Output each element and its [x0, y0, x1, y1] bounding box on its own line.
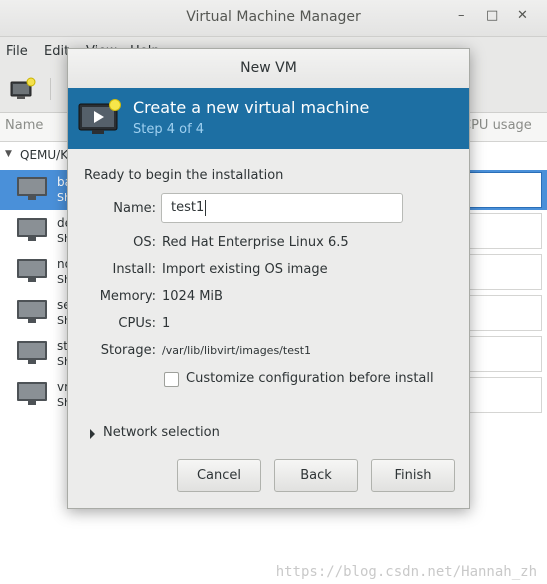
ready-text: Ready to begin the installation — [84, 168, 284, 183]
window-title: Virtual Machine Manager — [186, 9, 361, 25]
dialog-titlebar[interactable]: New VM — [68, 49, 469, 89]
column-cpu-usage[interactable]: CPU usage — [462, 118, 532, 133]
network-selection-label: Network selection — [103, 425, 220, 440]
monitor-icon — [17, 300, 47, 323]
minimize-icon[interactable]: – — [458, 8, 465, 23]
cpu-usage-graph — [466, 377, 542, 413]
cpu-usage-graph — [466, 213, 542, 249]
monitor-icon — [17, 259, 47, 282]
memory-label: Memory: — [99, 289, 156, 304]
cancel-button[interactable]: Cancel — [177, 459, 261, 492]
expander-right-icon — [90, 429, 95, 439]
storage-label: Storage: — [100, 343, 156, 358]
toolbar-separator — [50, 78, 51, 100]
watermark: https://blog.csdn.net/Hannah_zh — [275, 564, 537, 580]
dialog-title: New VM — [240, 60, 297, 76]
close-icon[interactable]: ✕ — [517, 8, 528, 23]
monitor-icon — [17, 218, 47, 241]
storage-value: /var/lib/libvirt/images/test1 — [162, 344, 312, 357]
maximize-icon[interactable]: □ — [486, 8, 498, 23]
window-titlebar: Virtual Machine Manager – □ ✕ — [0, 0, 547, 37]
monitor-icon — [17, 177, 47, 200]
cpu-usage-graph — [466, 295, 542, 331]
menu-file[interactable]: File — [6, 44, 28, 59]
banner-title: Create a new virtual machine — [133, 98, 370, 117]
memory-value: 1024 MiB — [162, 289, 223, 304]
cpus-label: CPUs: — [118, 316, 156, 331]
new-vm-icon — [78, 99, 121, 134]
new-vm-button[interactable] — [8, 76, 38, 102]
new-vm-dialog: New VM Create a new virtual machine Step… — [67, 48, 470, 509]
monitor-icon — [17, 382, 47, 405]
cpu-usage-graph — [466, 254, 542, 290]
new-vm-icon — [10, 77, 36, 99]
customize-checkbox[interactable] — [164, 372, 179, 387]
back-button[interactable]: Back — [274, 459, 358, 492]
os-label: OS: — [133, 235, 156, 250]
os-value: Red Hat Enterprise Linux 6.5 — [162, 235, 349, 250]
menu-edit[interactable]: Edit — [44, 44, 69, 59]
text-caret — [205, 199, 207, 216]
install-value: Import existing OS image — [162, 262, 328, 277]
customize-label[interactable]: Customize configuration before install — [186, 371, 434, 386]
cpu-usage-graph — [466, 172, 542, 208]
name-label: Name: — [113, 201, 156, 216]
monitor-icon — [17, 341, 47, 364]
install-label: Install: — [112, 262, 156, 277]
wizard-banner: Create a new virtual machine Step 4 of 4 — [68, 88, 469, 149]
column-name[interactable]: Name — [5, 118, 43, 133]
name-input-value: test1 — [171, 200, 205, 215]
customize-checkbox-row[interactable]: Customize configuration before install — [164, 371, 444, 389]
name-input[interactable]: test1 — [161, 193, 403, 223]
finish-button[interactable]: Finish — [371, 459, 455, 492]
cpu-usage-graph — [466, 336, 542, 372]
banner-step: Step 4 of 4 — [133, 122, 205, 137]
expander-down-icon: ▼ — [5, 149, 12, 159]
cpus-value: 1 — [162, 316, 171, 331]
